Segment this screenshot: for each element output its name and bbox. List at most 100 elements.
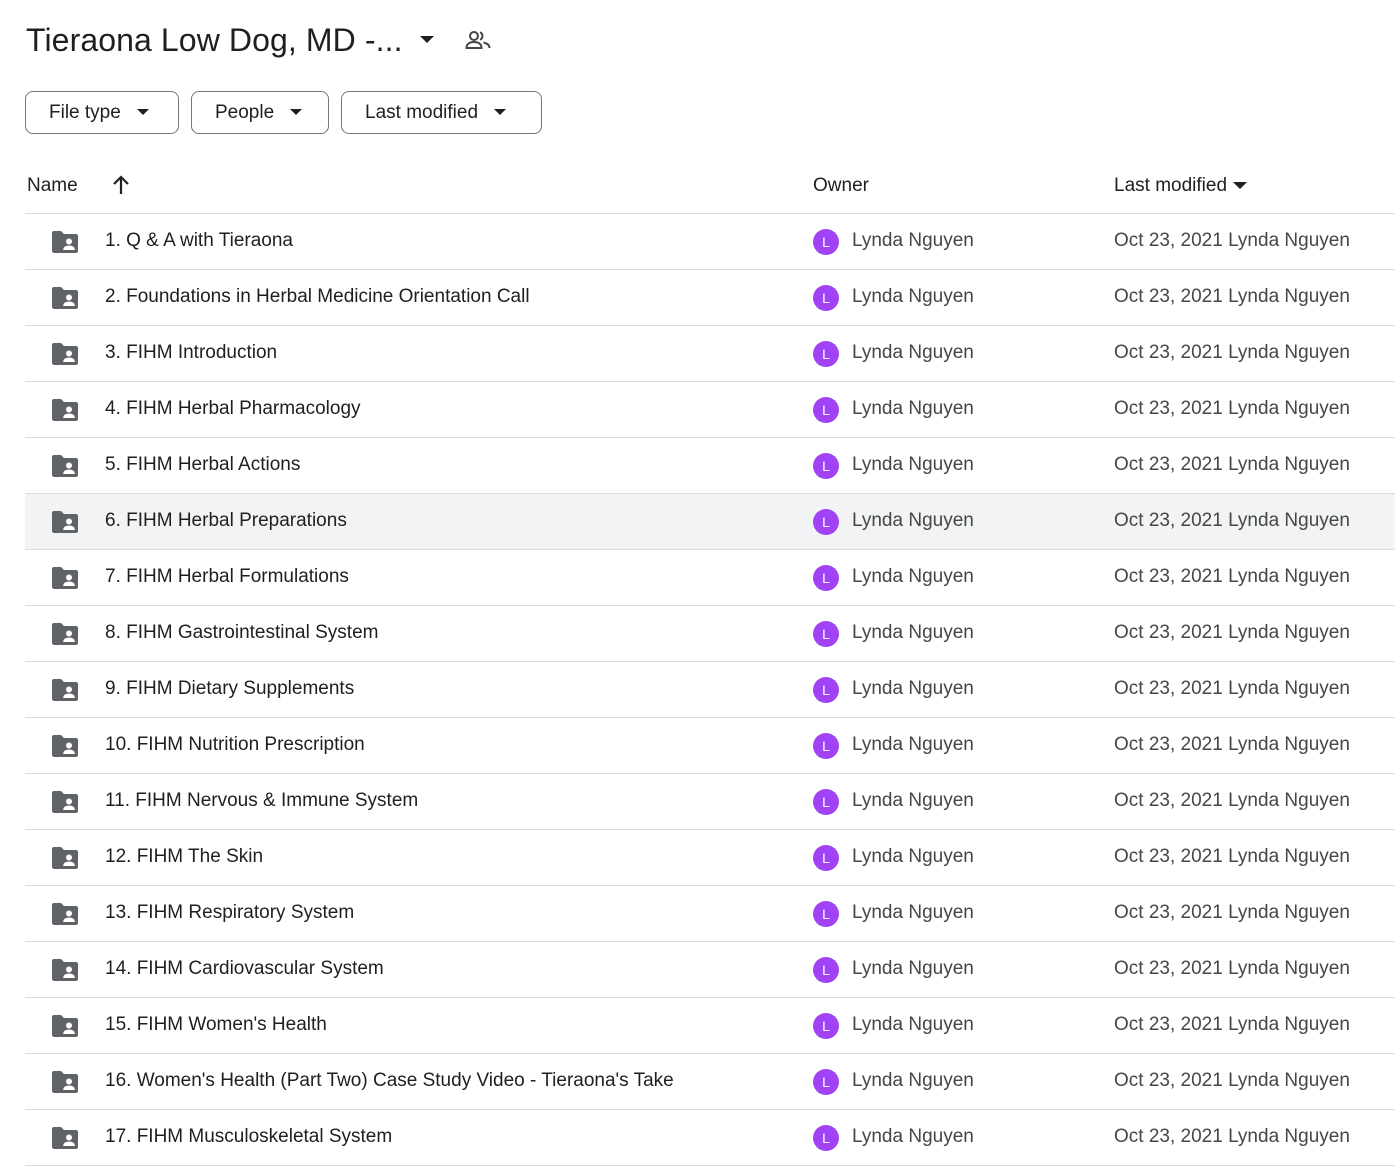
column-header-name[interactable]: Name xyxy=(27,175,78,197)
table-row[interactable]: 2. Foundations in Herbal Medicine Orient… xyxy=(25,270,1395,326)
shared-folder-icon xyxy=(50,734,80,764)
file-name[interactable]: 15. FIHM Women's Health xyxy=(105,1014,327,1036)
avatar: L xyxy=(813,397,839,423)
table-row[interactable]: 10. FIHM Nutrition Prescription L Lynda … xyxy=(25,718,1395,774)
shared-folder-icon xyxy=(50,678,80,708)
avatar: L xyxy=(813,285,839,311)
owner-name: Lynda Nguyen xyxy=(852,1014,974,1035)
shared-folder-icon xyxy=(50,622,80,652)
avatar: L xyxy=(813,1125,839,1151)
owner-name: Lynda Nguyen xyxy=(852,1070,974,1091)
shared-folder-icon xyxy=(50,958,80,988)
table-row[interactable]: 7. FIHM Herbal Formulations L Lynda Nguy… xyxy=(25,550,1395,606)
table-row[interactable]: 16. Women's Health (Part Two) Case Study… xyxy=(25,1054,1395,1110)
last-modified-value: Oct 23, 2021 Lynda Nguyen xyxy=(1114,454,1350,475)
file-name[interactable]: 5. FIHM Herbal Actions xyxy=(105,454,300,476)
last-modified-value: Oct 23, 2021 Lynda Nguyen xyxy=(1114,846,1350,867)
file-name[interactable]: 4. FIHM Herbal Pharmacology xyxy=(105,398,361,420)
avatar: L xyxy=(813,621,839,647)
file-name[interactable]: 2. Foundations in Herbal Medicine Orient… xyxy=(105,286,530,308)
avatar: L xyxy=(813,509,839,535)
file-name[interactable]: 11. FIHM Nervous & Immune System xyxy=(105,790,418,812)
arrow-upward-icon[interactable] xyxy=(111,174,131,202)
file-name[interactable]: 9. FIHM Dietary Supplements xyxy=(105,678,354,700)
last-modified-filter[interactable]: Last modified xyxy=(341,91,542,134)
last-modified-value: Oct 23, 2021 Lynda Nguyen xyxy=(1114,510,1350,531)
avatar: L xyxy=(813,341,839,367)
arrow-drop-down-icon xyxy=(1233,182,1248,189)
table-header: Name Owner Last modified xyxy=(25,158,1395,214)
shared-folder-icon xyxy=(50,286,80,316)
last-modified-value: Oct 23, 2021 Lynda Nguyen xyxy=(1114,342,1350,363)
table-row[interactable]: 1. Q & A with Tieraona L Lynda Nguyen Oc… xyxy=(25,214,1395,270)
last-modified-filter-label: Last modified xyxy=(365,101,479,123)
file-list: Name Owner Last modified 1. Q & A with T… xyxy=(25,158,1395,1166)
owner-name: Lynda Nguyen xyxy=(852,678,974,699)
shared-folder-icon xyxy=(50,454,80,484)
last-modified-value: Oct 23, 2021 Lynda Nguyen xyxy=(1114,286,1350,307)
avatar: L xyxy=(813,677,839,703)
file-name[interactable]: 1. Q & A with Tieraona xyxy=(105,230,293,252)
table-row[interactable]: 5. FIHM Herbal Actions L Lynda Nguyen Oc… xyxy=(25,438,1395,494)
owner-name: Lynda Nguyen xyxy=(852,1126,974,1147)
table-row[interactable]: 3. FIHM Introduction L Lynda Nguyen Oct … xyxy=(25,326,1395,382)
avatar: L xyxy=(813,733,839,759)
shared-folder-icon xyxy=(50,790,80,820)
column-header-last-modified[interactable]: Last modified xyxy=(1114,175,1248,197)
shared-folder-icon xyxy=(50,1070,80,1100)
arrow-drop-down-icon[interactable] xyxy=(419,35,435,45)
owner-name: Lynda Nguyen xyxy=(852,566,974,587)
file-name[interactable]: 14. FIHM Cardiovascular System xyxy=(105,958,384,980)
avatar: L xyxy=(813,565,839,591)
column-header-last-modified-label: Last modified xyxy=(1114,175,1228,196)
last-modified-value: Oct 23, 2021 Lynda Nguyen xyxy=(1114,790,1350,811)
avatar: L xyxy=(813,789,839,815)
file-name[interactable]: 3. FIHM Introduction xyxy=(105,342,277,364)
last-modified-value: Oct 23, 2021 Lynda Nguyen xyxy=(1114,1126,1350,1147)
last-modified-value: Oct 23, 2021 Lynda Nguyen xyxy=(1114,622,1350,643)
table-row[interactable]: 6. FIHM Herbal Preparations L Lynda Nguy… xyxy=(25,494,1395,550)
arrow-drop-down-icon xyxy=(494,109,507,116)
file-type-filter[interactable]: File type xyxy=(25,91,179,134)
avatar: L xyxy=(813,845,839,871)
file-name[interactable]: 7. FIHM Herbal Formulations xyxy=(105,566,349,588)
table-row[interactable]: 15. FIHM Women's Health L Lynda Nguyen O… xyxy=(25,998,1395,1054)
owner-name: Lynda Nguyen xyxy=(852,958,974,979)
file-name[interactable]: 12. FIHM The Skin xyxy=(105,846,263,868)
file-name[interactable]: 13. FIHM Respiratory System xyxy=(105,902,354,924)
owner-name: Lynda Nguyen xyxy=(852,790,974,811)
shared-folder-icon xyxy=(50,398,80,428)
table-row[interactable]: 4. FIHM Herbal Pharmacology L Lynda Nguy… xyxy=(25,382,1395,438)
shared-folder-icon xyxy=(50,342,80,372)
shared-folder-icon xyxy=(50,510,80,540)
last-modified-value: Oct 23, 2021 Lynda Nguyen xyxy=(1114,1014,1350,1035)
owner-name: Lynda Nguyen xyxy=(852,286,974,307)
folder-title[interactable]: Tieraona Low Dog, MD -... xyxy=(26,22,403,59)
shared-folder-icon xyxy=(50,566,80,596)
column-header-owner: Owner xyxy=(813,175,869,196)
table-row[interactable]: 17. FIHM Musculoskeletal System L Lynda … xyxy=(25,1110,1395,1166)
file-name[interactable]: 8. FIHM Gastrointestinal System xyxy=(105,622,378,644)
table-row[interactable]: 8. FIHM Gastrointestinal System L Lynda … xyxy=(25,606,1395,662)
people-filter-label: People xyxy=(215,101,275,123)
owner-name: Lynda Nguyen xyxy=(852,230,974,251)
shared-folder-icon xyxy=(50,1014,80,1044)
last-modified-value: Oct 23, 2021 Lynda Nguyen xyxy=(1114,398,1350,419)
avatar: L xyxy=(813,1069,839,1095)
table-row[interactable]: 13. FIHM Respiratory System L Lynda Nguy… xyxy=(25,886,1395,942)
people-icon[interactable] xyxy=(465,29,491,51)
file-name[interactable]: 6. FIHM Herbal Preparations xyxy=(105,510,347,532)
arrow-drop-down-icon xyxy=(136,109,149,116)
table-row[interactable]: 11. FIHM Nervous & Immune System L Lynda… xyxy=(25,774,1395,830)
table-row[interactable]: 12. FIHM The Skin L Lynda Nguyen Oct 23,… xyxy=(25,830,1395,886)
avatar: L xyxy=(813,957,839,983)
owner-name: Lynda Nguyen xyxy=(852,734,974,755)
people-filter[interactable]: People xyxy=(191,91,329,134)
shared-folder-icon xyxy=(50,902,80,932)
file-name[interactable]: 10. FIHM Nutrition Prescription xyxy=(105,734,365,756)
table-row[interactable]: 9. FIHM Dietary Supplements L Lynda Nguy… xyxy=(25,662,1395,718)
table-row[interactable]: 14. FIHM Cardiovascular System L Lynda N… xyxy=(25,942,1395,998)
owner-name: Lynda Nguyen xyxy=(852,902,974,923)
file-name[interactable]: 17. FIHM Musculoskeletal System xyxy=(105,1126,392,1148)
file-name[interactable]: 16. Women's Health (Part Two) Case Study… xyxy=(105,1070,674,1092)
